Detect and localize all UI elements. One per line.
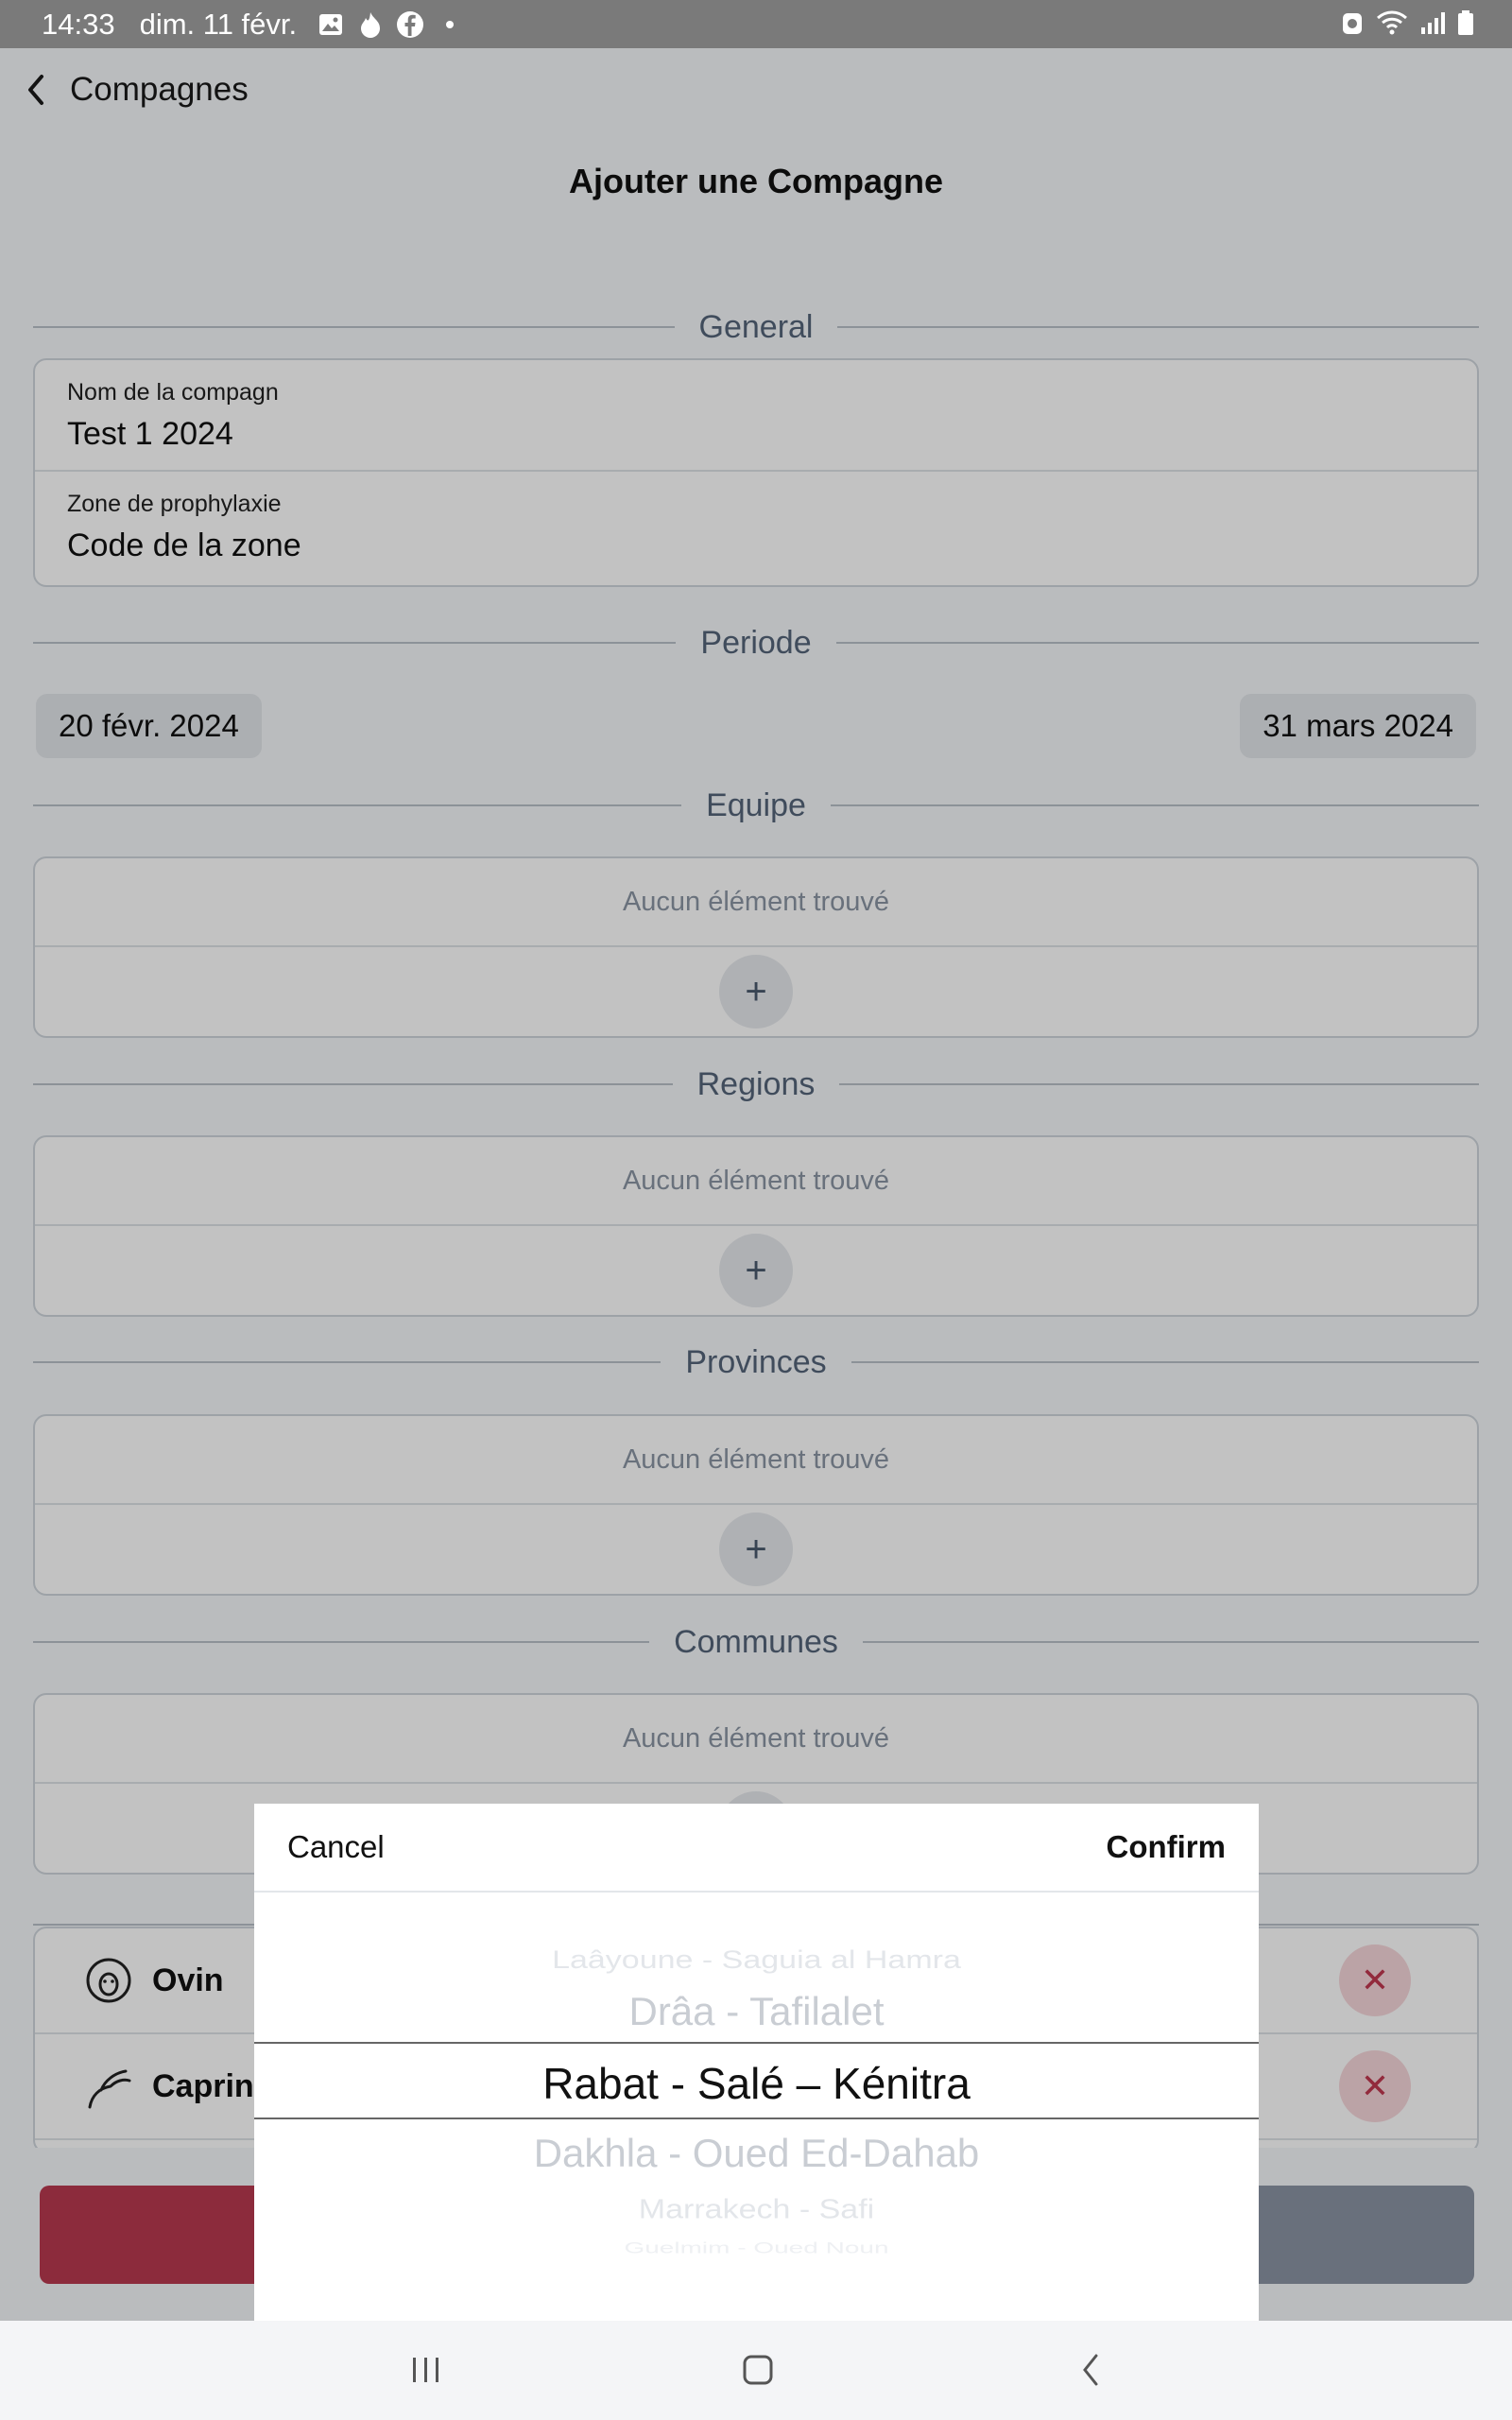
flame-icon: [355, 9, 386, 40]
region-picker-sheet: Cancel Confirm Laâyoune - Saguia al Hamr…: [254, 1804, 1259, 2321]
facebook-icon: [395, 9, 425, 40]
picker-wheel[interactable]: Laâyoune - Saguia al Hamra Drâa - Tafila…: [254, 1893, 1259, 2321]
picker-option[interactable]: Dakhla - Oued Ed-Dahab: [254, 2131, 1259, 2176]
battery-icon: [1458, 10, 1473, 35]
picker-option[interactable]: Laâyoune - Saguia al Hamra: [254, 1945, 1259, 1975]
status-time: 14:33: [42, 7, 115, 41]
status-right: [1340, 9, 1474, 36]
picker-option[interactable]: Marrakech - Safi: [254, 2194, 1259, 2225]
wifi-icon: [1377, 10, 1407, 35]
picker-option[interactable]: Drâa - Tafilalet: [254, 1989, 1259, 2034]
picker-confirm-button[interactable]: Confirm: [1107, 1829, 1227, 1865]
home-icon[interactable]: [730, 2349, 786, 2391]
status-bar: 14:33 dim. 11 févr.: [0, 0, 1512, 48]
signal-icon: [1421, 12, 1445, 34]
picker-header: Cancel Confirm: [254, 1804, 1259, 1893]
picker-cancel-button[interactable]: Cancel: [287, 1829, 385, 1865]
back-icon[interactable]: [1062, 2349, 1119, 2391]
picker-option-selected[interactable]: Rabat - Salé – Kénitra: [254, 2058, 1259, 2109]
alarm-icon: [1343, 13, 1362, 34]
dot-icon: [435, 9, 465, 40]
system-nav-bar: [0, 2321, 1512, 2420]
recent-apps-icon[interactable]: [398, 2349, 455, 2391]
gallery-icon: [316, 9, 346, 40]
status-date: dim. 11 févr.: [139, 7, 298, 41]
picker-option[interactable]: Guelmim - Oued Noun: [254, 2238, 1259, 2256]
